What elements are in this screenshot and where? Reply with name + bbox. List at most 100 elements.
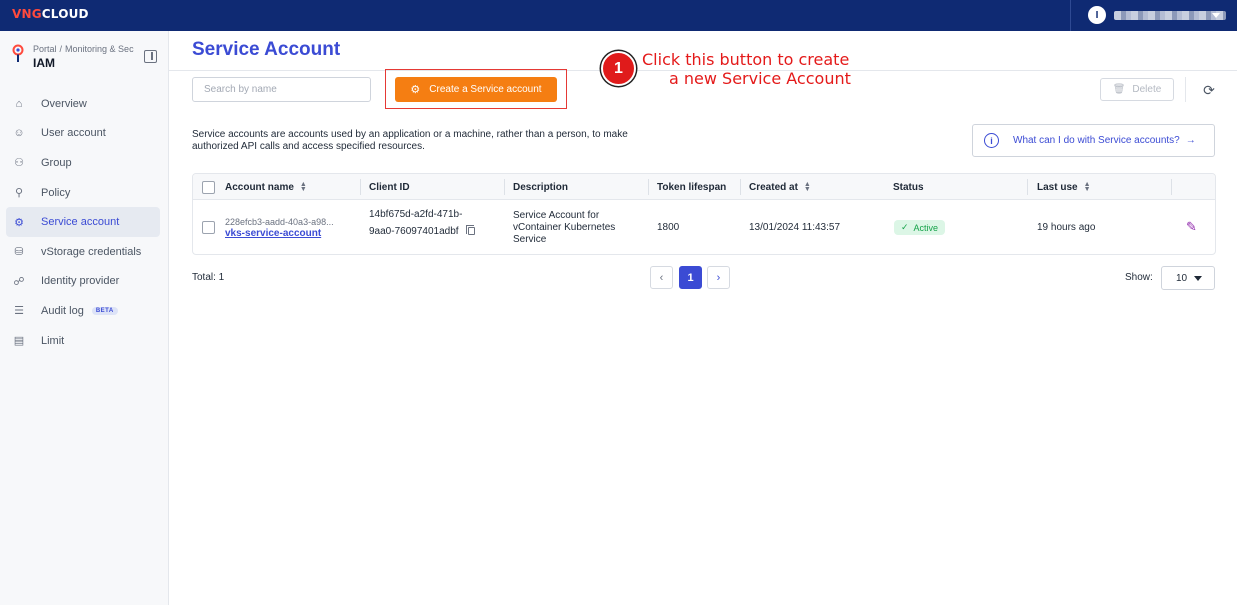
help-link-label: What can I do with Service accounts? [1013, 135, 1180, 146]
column-header-account-name[interactable]: Account name ▲ ▼ [225, 174, 307, 200]
arrow-right-icon: → [1185, 135, 1196, 146]
page-size-label: Show: [1125, 272, 1153, 283]
iam-logo-icon [12, 44, 24, 62]
logo-suffix: CLOUD [41, 7, 89, 21]
column-divider [1027, 179, 1028, 195]
policy-icon: ⚲ [14, 187, 24, 200]
description-line-1: Service Account for [513, 210, 600, 221]
token-lifespan-cell: 1800 [657, 222, 680, 233]
toolbar-divider [1185, 77, 1186, 102]
last-use-cell: 19 hours ago [1037, 222, 1096, 233]
chevron-right-icon: › [716, 271, 721, 284]
page-size-select[interactable]: 10 [1161, 266, 1215, 290]
column-header-token-lifespan: Token lifespan [657, 181, 727, 193]
column-divider [740, 179, 741, 195]
vngcloud-logo[interactable]: VNGCLOUD [12, 7, 89, 21]
column-header-created-at[interactable]: Created at ▲ ▼ [749, 174, 811, 200]
sidebar-item-label: Identity provider [41, 275, 120, 288]
username-redacted [1114, 10, 1226, 20]
row-checkbox[interactable] [202, 221, 215, 234]
collapse-sidebar-icon[interactable] [144, 50, 157, 63]
sort-icon[interactable]: ▲ ▼ [804, 181, 811, 193]
sidebar: Portal / Monitoring & Sec IAM ⌂ Overview ☺… [0, 31, 169, 605]
sidebar-item-label: Service account [41, 216, 120, 229]
sidebar-item-group[interactable]: ⚇ Group [6, 148, 160, 178]
annotation-step-badge: 1 [601, 51, 636, 86]
service-accounts-table: Account name ▲ ▼ Client ID Description To… [192, 173, 1216, 255]
avatar: I [1088, 6, 1106, 24]
page-1-button[interactable]: 1 [679, 266, 702, 289]
home-icon: ⌂ [15, 97, 23, 110]
info-icon: i [984, 133, 999, 148]
client-id-line-2: 9aa0-76097401adbf [369, 226, 459, 237]
check-icon: ✓ [900, 222, 909, 232]
sidebar-item-limit[interactable]: ▤ Limit [6, 326, 160, 356]
sidebar-item-label: User account [41, 127, 106, 140]
delete-label: Delete [1132, 84, 1162, 95]
chevron-down-icon [1194, 276, 1202, 281]
description-line-3: Service [513, 234, 547, 245]
service-account-icon: ⚙ [14, 216, 24, 229]
annotation-text: Click this button to create a new Servic… [642, 50, 872, 88]
breadcrumb-portal[interactable]: Portal [33, 44, 57, 54]
group-icon: ⚇ [14, 157, 24, 170]
help-link-button[interactable]: i What can I do with Service accounts? → [972, 124, 1215, 157]
account-cell: 228efcb3-aadd-40a3-a98... vks-service-ac… [225, 216, 334, 240]
sidebar-item-label: Limit [41, 334, 65, 347]
column-label: Account name [225, 181, 294, 193]
copy-icon[interactable] [465, 225, 475, 235]
column-header-last-use[interactable]: Last use ▲ ▼ [1037, 174, 1091, 200]
search-input[interactable] [192, 77, 371, 102]
created-at-cell: 13/01/2024 11:43:57 [749, 222, 841, 233]
sidebar-item-vstorage-credentials[interactable]: ⛁ vStorage credentials [6, 237, 160, 267]
page-title: Service Account [192, 39, 341, 60]
refresh-icon[interactable]: ⟳ [1201, 82, 1217, 98]
sidebar-item-label: Policy [41, 186, 71, 199]
column-header-status: Status [893, 181, 924, 193]
next-page-button[interactable]: › [707, 266, 730, 289]
total-count: Total: 1 [192, 272, 225, 283]
create-service-account-button[interactable]: ⚙ Create a Service account [395, 77, 557, 102]
sidebar-nav: ⌂ Overview ☺ User account ⚇ Group ⚲ Poli… [6, 89, 160, 355]
breadcrumb: Portal / Monitoring & Sec [33, 44, 134, 54]
account-id: 228efcb3-aadd-40a3-a98... [225, 217, 334, 227]
trash-icon: 🗑 [1112, 84, 1126, 95]
sidebar-item-service-account[interactable]: ⚙ Service account [6, 207, 160, 237]
sidebar-title: IAM [33, 56, 55, 70]
client-id-line-1: 14bf675d-a2fd-471b- [369, 209, 463, 220]
column-divider [360, 179, 361, 195]
status-label: Active [913, 222, 939, 233]
delete-button[interactable]: 🗑 Delete [1100, 78, 1174, 101]
client-id-line-2-wrap: 9aa0-76097401adbf [369, 225, 475, 238]
topbar-divider [1070, 0, 1071, 31]
identity-provider-icon: ☍ [13, 275, 25, 288]
chevron-down-icon[interactable] [1212, 13, 1220, 18]
sidebar-item-identity-provider[interactable]: ☍ Identity provider [6, 267, 160, 297]
sidebar-item-user-account[interactable]: ☺ User account [6, 119, 160, 149]
column-label: Last use [1037, 181, 1078, 193]
edit-pencil-icon[interactable]: ✎ [1186, 220, 1200, 234]
select-all-checkbox[interactable] [202, 181, 215, 194]
sidebar-item-overview[interactable]: ⌂ Overview [6, 89, 160, 119]
prev-page-button[interactable]: ‹ [650, 266, 673, 289]
annotation-line-2: a new Service Account [669, 69, 851, 88]
create-service-account-label: Create a Service account [429, 84, 542, 95]
account-name-link[interactable]: vks-service-account [225, 228, 334, 240]
sort-icon[interactable]: ▲ ▼ [1084, 181, 1091, 193]
sidebar-item-policy[interactable]: ⚲ Policy [6, 178, 160, 208]
status-badge: ✓ Active [894, 220, 945, 235]
table-header: Account name ▲ ▼ Client ID Description To… [193, 174, 1215, 200]
audit-log-icon: ☰ [14, 305, 24, 318]
sidebar-item-label: Group [41, 156, 72, 169]
page-description: Service accounts are accounts used by an… [192, 129, 628, 152]
column-divider [504, 179, 505, 195]
sidebar-item-audit-log[interactable]: ☰ Audit log BETA [6, 296, 160, 326]
client-id-cell: 14bf675d-a2fd-471b- 9aa0-76097401adbf [369, 209, 475, 238]
sort-icon[interactable]: ▲ ▼ [300, 181, 307, 193]
user-icon: ☺ [13, 127, 25, 140]
description-cell: Service Account for vContainer Kubernete… [513, 210, 615, 246]
user-menu[interactable]: I [1088, 6, 1226, 24]
column-header-description: Description [513, 181, 569, 193]
beta-badge: BETA [91, 306, 118, 315]
breadcrumb-monitoring[interactable]: Monitoring & Sec [65, 44, 134, 54]
